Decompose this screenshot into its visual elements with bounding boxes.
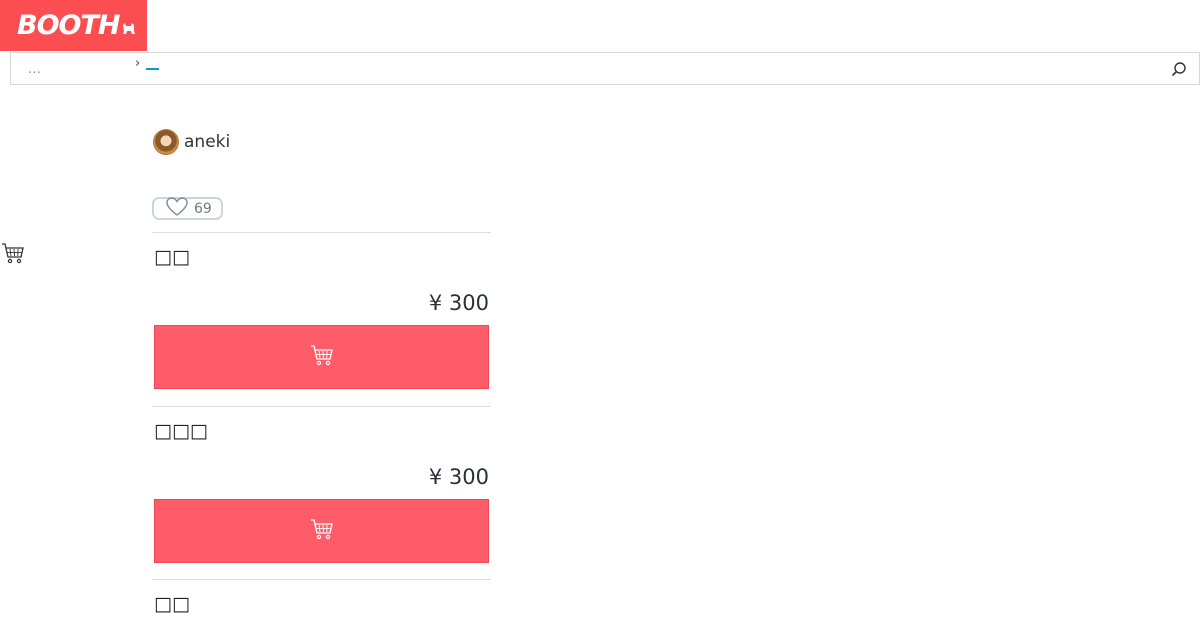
search-bar[interactable]: … › __ — [10, 52, 1200, 85]
breadcrumb-separator: › — [135, 56, 141, 71]
variation-item: □□□ ¥ 300 — [152, 406, 491, 579]
search-icon[interactable] — [1171, 61, 1187, 81]
cart-icon — [310, 343, 334, 371]
breadcrumb-link[interactable]: __ — [146, 56, 159, 71]
cart-icon[interactable] — [1, 241, 25, 269]
shop-name: aneki — [184, 132, 231, 152]
add-to-cart-button[interactable] — [154, 499, 489, 563]
logo-text: BOOTH — [17, 10, 120, 41]
variation-item: □□ ¥ 300 — [152, 232, 491, 406]
search-input[interactable]: … — [28, 62, 41, 77]
variation-price: ¥ 300 — [428, 291, 489, 315]
variation-name: □□□ — [154, 420, 208, 442]
variation-item: □□ — [152, 579, 491, 630]
variation-price: ¥ 300 — [428, 465, 489, 489]
shop-link[interactable]: aneki — [153, 129, 230, 155]
avatar — [153, 129, 179, 155]
heart-icon — [166, 197, 188, 220]
add-to-cart-button[interactable] — [154, 325, 489, 389]
like-button[interactable]: 69 — [152, 197, 223, 220]
variation-name: □□ — [154, 593, 190, 615]
cart-icon — [310, 517, 334, 545]
variation-name: □□ — [154, 246, 190, 268]
cat-icon — [122, 20, 136, 39]
booth-logo[interactable]: BOOTH — [0, 0, 147, 51]
like-count: 69 — [194, 200, 212, 217]
